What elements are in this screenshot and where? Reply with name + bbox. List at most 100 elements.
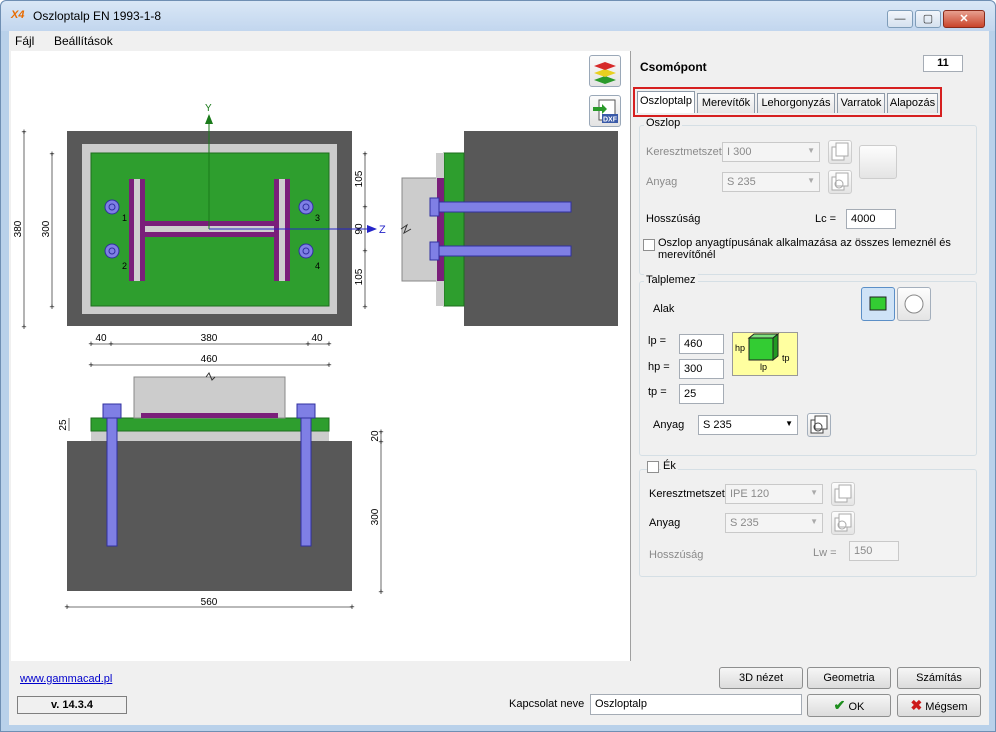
baseplate-material-select[interactable]: S 235 ▼ <box>698 415 798 435</box>
bolt-number-4: 4 <box>315 261 320 271</box>
wedge-checkbox[interactable] <box>647 461 659 473</box>
version-label: v. 14.3.4 <box>17 696 127 714</box>
connection-name-label: Kapcsolat neve <box>509 698 585 710</box>
copy-icon <box>834 484 852 503</box>
maximize-icon: ▢ <box>922 13 934 25</box>
svg-text:+: + <box>49 149 54 159</box>
shape-rectangle-button[interactable] <box>861 287 895 321</box>
close-icon: ✕ <box>959 13 969 25</box>
bolt-number-1: 1 <box>122 213 127 223</box>
baseplate-side <box>443 152 465 307</box>
cross-icon: ✖ <box>910 697 923 713</box>
baseplate-material-library-button[interactable] <box>807 413 831 437</box>
svg-text:+: + <box>349 602 354 612</box>
dim-plan-left-inner: 300 <box>41 220 52 237</box>
side-view <box>400 131 618 326</box>
tab-lehorgonyzas[interactable]: Lehorgonyzás <box>757 93 835 113</box>
wedge-material-select[interactable]: S 235 ▼ <box>725 513 823 533</box>
layers-icon <box>594 62 616 84</box>
dxf-export-button[interactable]: DXF <box>589 95 621 127</box>
connection-name-input[interactable]: Oszloptalp <box>590 694 802 715</box>
cancel-button[interactable]: ✖ Mégsem <box>897 694 981 717</box>
3d-view-button[interactable]: 3D nézet <box>719 667 803 689</box>
lp-label: lp = <box>648 335 667 347</box>
wedge-section-select[interactable]: IPE 120 ▼ <box>725 484 823 504</box>
section-preview-button[interactable] <box>859 145 897 179</box>
svg-text:+: + <box>362 246 367 256</box>
menu-settings[interactable]: Beállítások <box>54 34 113 48</box>
dim-plan-bottom-right: 40 <box>311 333 323 344</box>
apply-material-checkbox[interactable] <box>643 239 655 251</box>
tab-varratok[interactable]: Varratok <box>837 93 885 113</box>
maximize-button[interactable]: ▢ <box>915 10 941 28</box>
hp-input[interactable]: 300 <box>679 359 724 379</box>
material-library-button[interactable] <box>828 170 852 194</box>
bolt-number-2: 2 <box>122 261 127 271</box>
svg-text:lp: lp <box>760 362 767 372</box>
y-axis-arrow <box>205 114 213 124</box>
dxf-label: DXF <box>603 117 618 124</box>
column-length-symbol: Lc = <box>815 213 837 225</box>
tab-strip-highlight: Oszloptalp Merevítők Lehorgonyzás Varrat… <box>633 87 942 117</box>
column-material-label: Anyag <box>646 176 678 188</box>
dim-plan-right-bottom: 105 <box>354 268 365 285</box>
tp-input[interactable]: 25 <box>679 384 724 404</box>
wedge-section-label: Keresztmetszet <box>649 488 725 500</box>
column-material-select[interactable]: S 235 ▼ <box>722 172 820 192</box>
lp-input[interactable]: 460 <box>679 334 724 354</box>
minimize-icon: — <box>894 13 906 25</box>
rectangle-shape-icon <box>869 296 887 311</box>
svg-text:+: + <box>378 587 383 597</box>
wedge-section-library-button[interactable] <box>831 482 855 506</box>
copy-icon <box>831 142 849 161</box>
menu-file[interactable]: Fájl <box>15 34 34 48</box>
window-title: Oszloptalp EN 1993-1-8 <box>33 9 162 23</box>
website-link[interactable]: www.gammacad.pl <box>20 673 112 685</box>
baseplate-group-title: Talplemez <box>644 274 698 286</box>
svg-text:+: + <box>326 360 331 370</box>
column-section-select[interactable]: I 300 ▼ <box>722 142 820 162</box>
svg-text:+: + <box>362 202 367 212</box>
shape-circle-button[interactable] <box>897 287 931 321</box>
anchor-bolt-side-top <box>430 201 572 213</box>
drawing-canvas[interactable]: 1 2 3 4 Y Z + + 380 + + 300 + + + + 105 … <box>11 51 631 661</box>
hp-label: hp = <box>648 361 670 373</box>
svg-text:+: + <box>49 302 54 312</box>
material-icon <box>810 415 828 434</box>
title-bar: X4 Oszloptalp EN 1993-1-8 — ▢ ✕ <box>1 1 995 31</box>
calculation-button[interactable]: Számítás <box>897 667 981 689</box>
node-label: Csomópont <box>640 60 707 74</box>
tab-alapozas[interactable]: Alapozás <box>887 93 938 113</box>
minimize-button[interactable]: — <box>887 10 913 28</box>
foundation-side <box>464 131 618 326</box>
wedge-length-label: Hosszúság <box>649 549 704 561</box>
dim-plan-right-mid: 90 <box>354 223 365 235</box>
z-axis-arrow <box>367 225 377 233</box>
section-library-button[interactable] <box>828 140 852 164</box>
ok-button[interactable]: ✔ OK <box>807 694 891 717</box>
dxf-export-icon: DXF <box>593 99 618 124</box>
column-length-input[interactable]: 4000 <box>846 209 896 229</box>
baseplate-diagram-icon: hp lp tp <box>735 332 790 372</box>
apply-material-label: Oszlop anyagtípusának alkalmazása az öss… <box>658 237 951 261</box>
wedge-length-input[interactable]: 150 <box>849 541 899 561</box>
wedge-material-library-button[interactable] <box>831 511 855 535</box>
svg-text:tp: tp <box>782 353 790 363</box>
dim-plan-right-top: 105 <box>354 170 365 187</box>
close-button[interactable]: ✕ <box>943 10 985 28</box>
tab-merevitok[interactable]: Merevítők <box>697 93 755 113</box>
properties-panel: Csomópont 11 Oszloptalp Merevítők Lehorg… <box>633 51 987 661</box>
circle-shape-icon <box>904 294 924 314</box>
technical-drawing: 1 2 3 4 Y Z ++ 380 ++ 300 ++ ++ 105 90 1… <box>13 103 618 612</box>
layers-button[interactable] <box>589 55 621 87</box>
bolt-number-3: 3 <box>315 213 320 223</box>
svg-text:+: + <box>88 339 93 349</box>
baseplate-material-label: Anyag <box>653 419 685 431</box>
geometry-button[interactable]: Geometria <box>807 667 891 689</box>
baseplate-elevation <box>90 417 330 432</box>
svg-text:+: + <box>362 302 367 312</box>
material-icon <box>834 513 852 532</box>
column-section-label: Keresztmetszet <box>646 146 722 158</box>
tab-oszloptalp[interactable]: Oszloptalp <box>637 91 695 113</box>
axis-z-label: Z <box>379 224 386 236</box>
